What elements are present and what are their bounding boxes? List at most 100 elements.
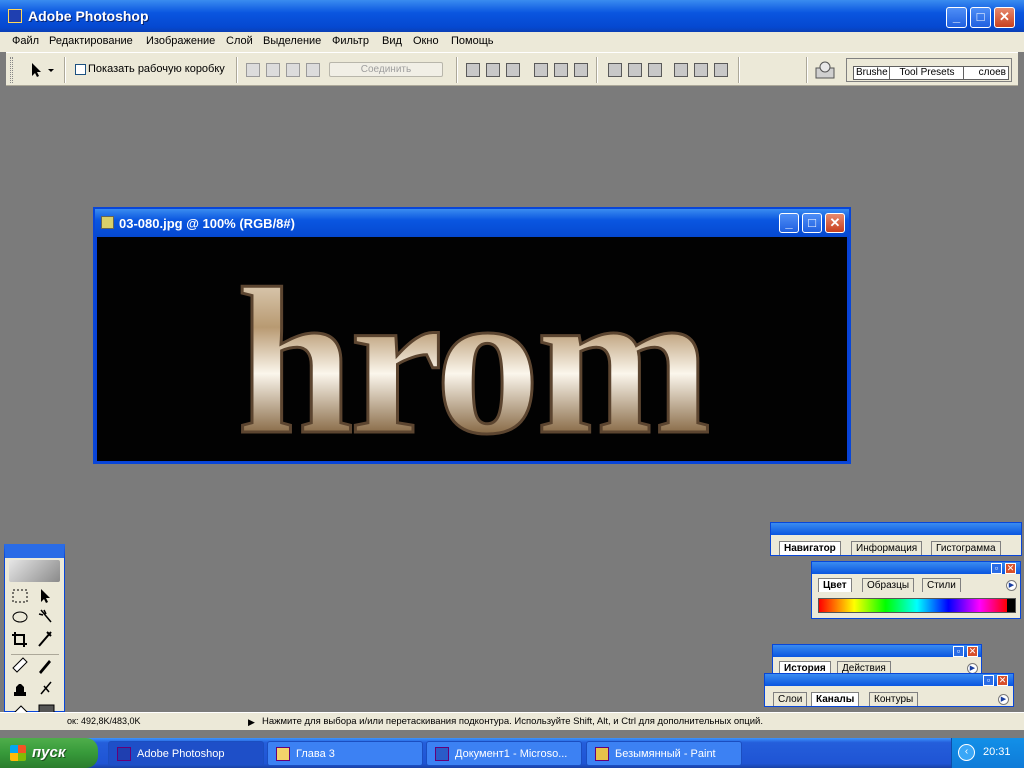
- palette-menu-arrow-icon[interactable]: ▶: [998, 694, 1009, 705]
- connect-button[interactable]: Соединить: [329, 62, 443, 77]
- menu-view[interactable]: Вид: [382, 35, 402, 47]
- palette-collapse-icon[interactable]: ▫: [983, 675, 994, 686]
- app-title-bar[interactable]: Adobe Photoshop _ □ ✕: [0, 0, 1024, 32]
- history-palette[interactable]: ▫ ✕ История Действия ▶: [772, 644, 982, 676]
- show-bounding-box-checkbox[interactable]: [75, 64, 86, 75]
- history-brush-icon[interactable]: [40, 681, 52, 695]
- shape-exclude-icon[interactable]: [306, 63, 320, 77]
- word-icon: [435, 747, 449, 761]
- palette-collapse-icon[interactable]: ▫: [953, 646, 964, 657]
- align-hcenter-icon[interactable]: [554, 63, 568, 77]
- task-paint[interactable]: Безымянный - Paint: [586, 741, 742, 766]
- crop-tool-icon[interactable]: [12, 632, 27, 647]
- distribute-bottom-icon[interactable]: [648, 63, 662, 77]
- brush-tool-icon[interactable]: [39, 660, 51, 674]
- shape-add-icon[interactable]: [246, 63, 260, 77]
- tab-info[interactable]: Информация: [851, 541, 923, 555]
- app-title: Adobe Photoshop: [28, 8, 149, 24]
- tools-grid: [11, 589, 59, 721]
- move-tool-icon[interactable]: [41, 589, 50, 603]
- start-label: пуск: [32, 744, 66, 761]
- palette-close-icon[interactable]: ✕: [997, 675, 1008, 686]
- marquee-tool-icon[interactable]: [12, 589, 28, 603]
- status-hint: Нажмите для выбора и/или перетаскивания …: [262, 716, 763, 727]
- tab-channels[interactable]: Каналы: [811, 692, 860, 706]
- distribute-top-icon[interactable]: [608, 63, 622, 77]
- palette-title-bar[interactable]: [765, 674, 1013, 686]
- healing-brush-icon[interactable]: [12, 657, 28, 673]
- task-word[interactable]: Документ1 - Microso...: [426, 741, 582, 766]
- distribute-vcenter-icon[interactable]: [628, 63, 642, 77]
- file-browser-icon[interactable]: [814, 60, 836, 80]
- start-button[interactable]: пуск: [0, 738, 98, 768]
- separator: [806, 57, 808, 83]
- minimize-button[interactable]: _: [946, 7, 967, 28]
- document-icon: [101, 216, 114, 229]
- doc-close-button[interactable]: ✕: [825, 213, 845, 233]
- well-tab-tool-presets[interactable]: Tool Presets: [889, 66, 965, 80]
- tab-histogram[interactable]: Гистограмма: [931, 541, 1001, 555]
- task-photoshop[interactable]: Adobe Photoshop: [108, 741, 264, 766]
- align-vcenter-icon[interactable]: [486, 63, 500, 77]
- color-ramp[interactable]: [818, 598, 1016, 613]
- toolbox[interactable]: [4, 544, 65, 721]
- magic-wand-tool-icon[interactable]: [38, 609, 52, 623]
- palette-collapse-icon[interactable]: ▫: [991, 563, 1002, 574]
- image-canvas[interactable]: hrom: [97, 237, 847, 480]
- shape-subtract-icon[interactable]: [266, 63, 280, 77]
- separator: [64, 57, 66, 83]
- close-button[interactable]: ✕: [994, 7, 1015, 28]
- menu-file[interactable]: Файл: [12, 35, 39, 47]
- maximize-button[interactable]: □: [970, 7, 991, 28]
- menu-filter[interactable]: Фильтр: [332, 35, 369, 47]
- move-tool-preset-icon[interactable]: [26, 61, 56, 79]
- shape-intersect-icon[interactable]: [286, 63, 300, 77]
- taskbar: пуск Adobe Photoshop Глава 3 Документ1 -…: [0, 738, 1024, 768]
- doc-minimize-button[interactable]: _: [779, 213, 799, 233]
- document-window[interactable]: 03-080.jpg @ 100% (RGB/8#) _ □ ✕ hrom: [93, 207, 851, 480]
- menu-image[interactable]: Изображение: [146, 35, 215, 47]
- palette-close-icon[interactable]: ✕: [1005, 563, 1016, 574]
- menu-help[interactable]: Помощь: [451, 35, 494, 47]
- color-palette[interactable]: ▫ ✕ Цвет Образцы Стили ▶: [811, 561, 1021, 619]
- palette-title-bar[interactable]: [773, 645, 981, 657]
- well-tab-layer-comps[interactable]: слоев: [963, 66, 1009, 80]
- system-tray: ‹ 20:31: [951, 738, 1024, 768]
- menu-select[interactable]: Выделение: [263, 35, 321, 47]
- document-title-bar[interactable]: 03-080.jpg @ 100% (RGB/8#) _ □ ✕: [95, 209, 849, 237]
- palette-title-bar[interactable]: [812, 562, 1020, 574]
- tab-paths[interactable]: Контуры: [869, 692, 919, 706]
- options-grip[interactable]: [10, 57, 13, 83]
- align-top-icon[interactable]: [466, 63, 480, 77]
- navigator-palette[interactable]: Навигатор Информация Гистограмма: [770, 522, 1022, 556]
- palette-menu-arrow-icon[interactable]: ▶: [1006, 580, 1017, 591]
- tab-swatches[interactable]: Образцы: [862, 578, 915, 592]
- doc-maximize-button[interactable]: □: [802, 213, 822, 233]
- align-left-icon[interactable]: [534, 63, 548, 77]
- tab-color[interactable]: Цвет: [818, 578, 852, 592]
- layers-palette[interactable]: ▫ ✕ Слои Каналы Контуры ▶: [764, 673, 1014, 707]
- task-label: Adobe Photoshop: [137, 748, 225, 760]
- doc-size-readout: ок: 492,8K/483,0K: [67, 716, 141, 726]
- lasso-tool-icon[interactable]: [12, 611, 28, 623]
- clone-stamp-icon[interactable]: [14, 684, 26, 696]
- palette-close-icon[interactable]: ✕: [967, 646, 978, 657]
- status-menu-arrow-icon[interactable]: ▶: [248, 717, 255, 728]
- menu-window[interactable]: Окно: [413, 35, 439, 47]
- palette-title-bar[interactable]: [771, 523, 1021, 535]
- tray-expand-icon[interactable]: ‹: [958, 744, 975, 761]
- tab-navigator[interactable]: Навигатор: [779, 541, 841, 555]
- align-bottom-icon[interactable]: [506, 63, 520, 77]
- feather-logo-icon[interactable]: [9, 560, 60, 582]
- slice-tool-icon[interactable]: [38, 631, 52, 647]
- menu-edit[interactable]: Редактирование: [49, 35, 133, 47]
- task-folder[interactable]: Глава 3: [267, 741, 423, 766]
- tab-layers[interactable]: Слои: [773, 692, 808, 706]
- well-tab-brushes[interactable]: Brushe: [853, 66, 891, 80]
- distribute-left-icon[interactable]: [674, 63, 688, 77]
- menu-layer[interactable]: Слой: [226, 35, 253, 47]
- tab-styles[interactable]: Стили: [922, 578, 961, 592]
- distribute-right-icon[interactable]: [714, 63, 728, 77]
- distribute-hcenter-icon[interactable]: [694, 63, 708, 77]
- align-right-icon[interactable]: [574, 63, 588, 77]
